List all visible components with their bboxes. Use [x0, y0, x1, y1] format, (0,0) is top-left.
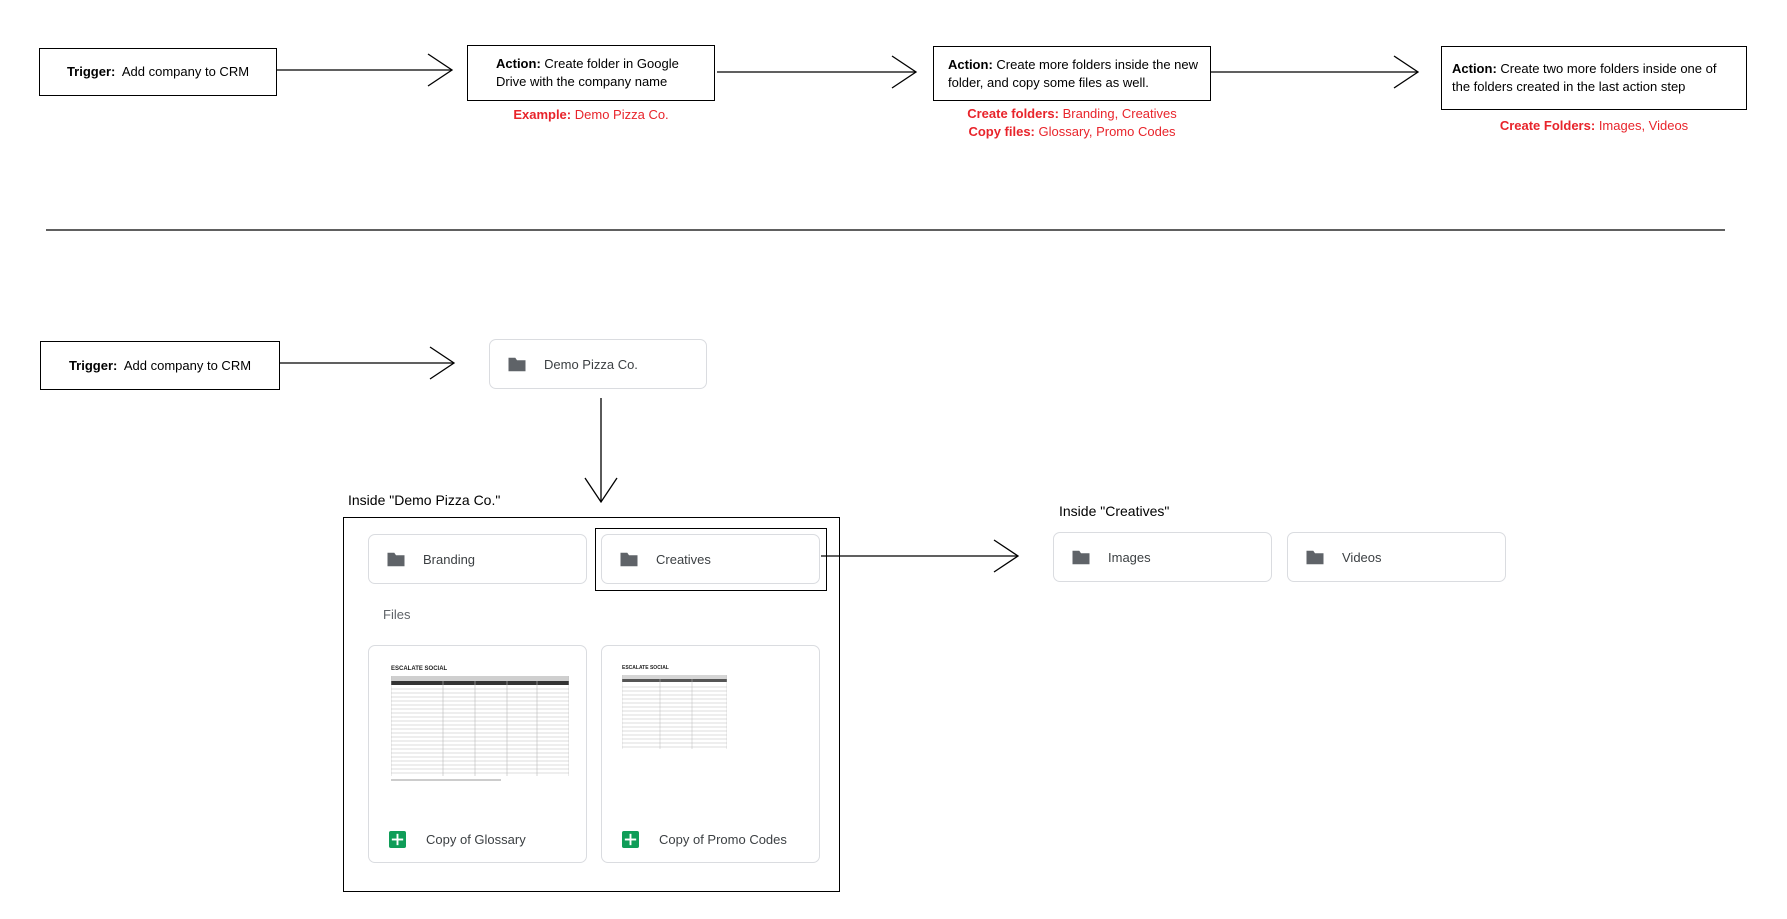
top-action3-note-text: Images, Videos: [1598, 118, 1689, 133]
folder-card-images[interactable]: Images: [1053, 532, 1272, 582]
file-name-glossary: Copy of Glossary: [426, 832, 526, 847]
top-action2-note-1: Create folders: Branding, Creatives: [933, 105, 1211, 123]
connectors: [46, 53, 1725, 573]
file-card-glossary[interactable]: ESCALATE SOCIAL Copy of Glossary: [368, 645, 587, 863]
spreadsheet-preview: [622, 675, 727, 749]
file-card-promo-codes[interactable]: ESCALATE SOCIAL Copy of Promo Codes: [601, 645, 820, 863]
top-action2-box: Action: Create more folders inside the n…: [933, 46, 1211, 101]
inside-creatives-label: Inside "Creatives": [1059, 503, 1170, 519]
top-action1-box: Action: Create folder in Google Drive wi…: [467, 45, 715, 101]
top-trigger-text: Add company to CRM: [121, 64, 250, 79]
top-trigger-box: Trigger: Add company to CRM: [39, 48, 277, 96]
top-action1-bold: Action:: [496, 56, 541, 71]
file-thumbnail-promo-codes: ESCALATE SOCIAL: [622, 666, 727, 756]
folder-icon: [1306, 550, 1324, 564]
top-action2-bold: Action:: [948, 56, 993, 72]
sheets-icon: [389, 831, 406, 848]
thumb-logo: ESCALATE SOCIAL: [622, 665, 669, 671]
top-action2-note-1-text: Branding, Creatives: [1062, 106, 1177, 121]
folder-icon: [620, 552, 638, 566]
thumb-logo: ESCALATE SOCIAL: [391, 666, 448, 672]
folder-card-videos[interactable]: Videos: [1287, 532, 1506, 582]
files-label: Files: [383, 607, 411, 622]
top-action1-note-text: Demo Pizza Co.: [574, 107, 669, 122]
top-action3-note: Create Folders: Images, Videos: [1441, 117, 1747, 135]
top-action1-note-bold: Example:: [513, 107, 572, 122]
bottom-trigger-text: Add company to CRM: [123, 357, 252, 373]
top-action2-note-2-text: Glossary, Promo Codes: [1038, 124, 1176, 139]
folder-icon: [387, 552, 405, 566]
bottom-trigger-bold: Trigger:: [68, 357, 118, 373]
folder-name-videos: Videos: [1342, 549, 1382, 565]
file-name-promo-codes: Copy of Promo Codes: [659, 832, 787, 847]
folder-name-images: Images: [1108, 549, 1151, 565]
sheets-icon: [622, 831, 639, 848]
folder-name-creatives: Creatives: [656, 551, 711, 567]
top-action2-note-2: Copy files: Glossary, Promo Codes: [933, 123, 1211, 141]
top-action3-box: Action: Create two more folders inside o…: [1441, 46, 1747, 110]
folder-card-branding[interactable]: Branding: [368, 534, 587, 584]
folder-name-branding: Branding: [423, 551, 476, 567]
top-action1-note: Example: Demo Pizza Co.: [467, 106, 715, 124]
top-action3-note-bold: Create Folders:: [1499, 118, 1596, 133]
file-thumbnail-glossary: ESCALATE SOCIAL: [391, 666, 569, 786]
top-action3-bold: Action:: [1452, 61, 1497, 76]
folder-icon: [508, 357, 526, 371]
top-trigger-bold: Trigger:: [66, 64, 116, 79]
top-action2-note-1-bold: Create folders:: [967, 106, 1059, 121]
folder-icon: [1072, 550, 1090, 564]
spreadsheet-preview: [391, 676, 569, 781]
root-folder-card[interactable]: Demo Pizza Co.: [489, 339, 707, 389]
top-action2-note-2-bold: Copy files:: [968, 124, 1035, 139]
root-folder-name: Demo Pizza Co.: [544, 356, 638, 372]
folder-card-creatives[interactable]: Creatives: [601, 534, 820, 584]
bottom-trigger-box: Trigger: Add company to CRM: [40, 341, 280, 390]
inside-root-label: Inside "Demo Pizza Co.": [348, 492, 501, 508]
